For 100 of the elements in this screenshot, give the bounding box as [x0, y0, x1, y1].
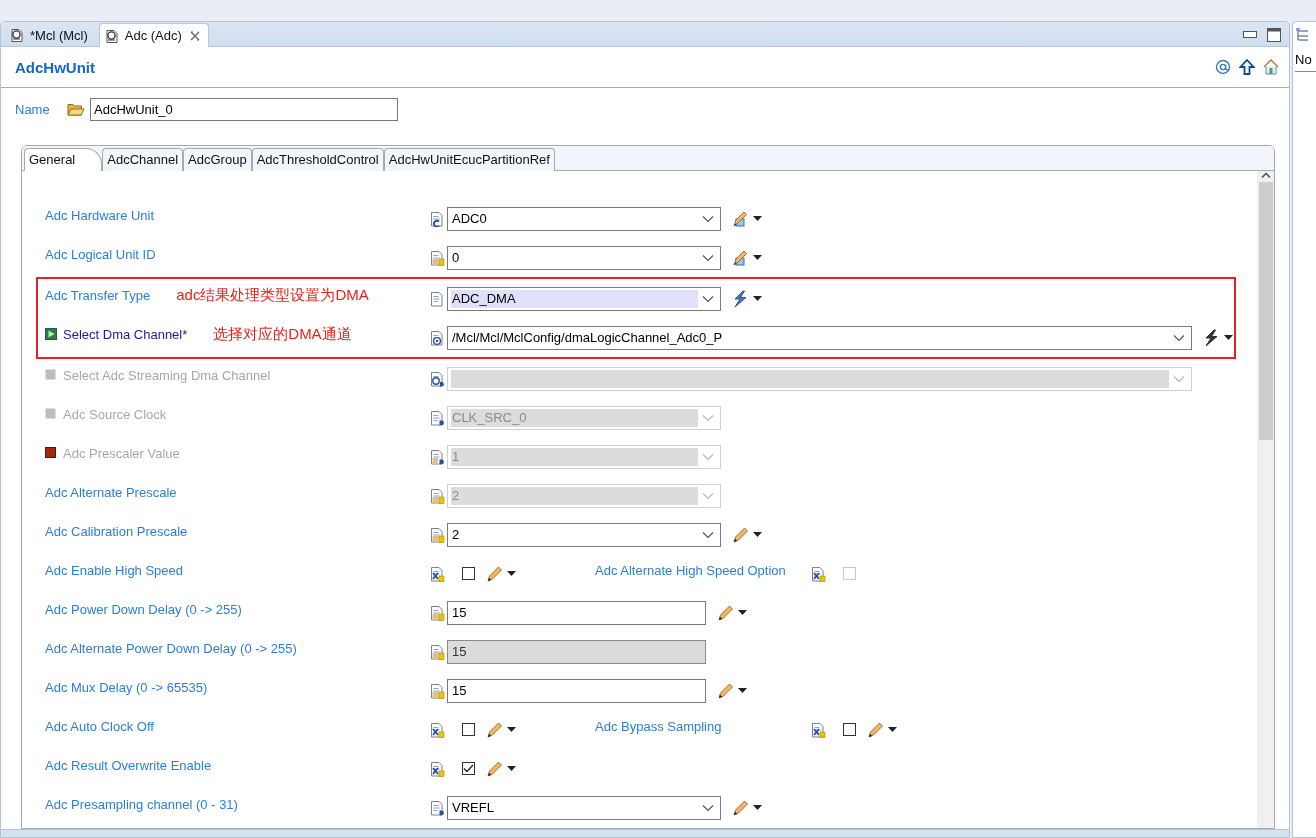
text-field[interactable]: 15: [447, 678, 706, 703]
chevron-down-icon: [702, 413, 714, 422]
chevron-down-icon: [702, 294, 714, 303]
home-icon: [1263, 59, 1279, 75]
pencil-icon: [716, 681, 734, 700]
checkbox[interactable]: [462, 762, 475, 775]
field-label: Adc Alternate Prescale: [45, 484, 177, 500]
caret-down-icon: [738, 609, 747, 616]
field-label: Adc Transfer Type: [45, 287, 151, 303]
caret-down-icon: [1224, 334, 1233, 341]
edit-menu-button[interactable]: [731, 289, 762, 308]
edit-menu-button[interactable]: [485, 564, 516, 583]
pencil-icon: [485, 759, 503, 778]
chevron-down-icon: [1173, 374, 1185, 383]
pencil-icon: [731, 798, 749, 817]
caret-down-icon: [753, 295, 762, 302]
tab[interactable]: AdcHwUnitEcucPartitionRef: [383, 148, 555, 171]
chevron-down-icon: [702, 491, 714, 500]
field-label: Adc Calibration Prescale: [45, 523, 188, 539]
field-label: Adc Power Down Delay (0 -> 255): [45, 601, 242, 617]
field-label: Adc Hardware Unit: [45, 207, 155, 223]
checkbox[interactable]: [462, 567, 475, 580]
dropdown[interactable]: ADC_DMA: [447, 286, 721, 311]
edit-menu-button[interactable]: [731, 798, 762, 817]
folder-icon: [67, 102, 85, 116]
field-label: Adc Mux Delay (0 -> 65535): [45, 679, 208, 695]
text-field[interactable]: 15: [447, 600, 706, 625]
caret-down-icon: [753, 804, 762, 811]
edit-menu-button[interactable]: [731, 248, 762, 267]
up-arrow-icon: [1239, 59, 1255, 75]
chevron-down-icon: [1173, 333, 1185, 342]
dropdown[interactable]: 2: [447, 522, 721, 547]
pencil-ruler-icon: [731, 248, 749, 267]
edit-menu-button[interactable]: [485, 759, 516, 778]
dropdown[interactable]: /Mcl/Mcl/MclConfig/dmaLogicChannel_Adc0_P: [447, 325, 1192, 350]
chevron-down-icon: [702, 214, 714, 223]
pencil-ruler-icon: [731, 209, 749, 228]
dropdown[interactable]: ADC0: [447, 206, 721, 231]
chevron-down-icon: [702, 530, 714, 539]
field-label: Adc Auto Clock Off: [45, 718, 154, 734]
caret-down-icon: [753, 215, 762, 222]
caret-down-icon: [753, 254, 762, 261]
scroll-up-icon: [1260, 171, 1271, 179]
pencil-icon: [731, 525, 749, 544]
caret-down-icon: [507, 765, 516, 772]
edit-menu-button[interactable]: [866, 720, 897, 739]
maximize-icon: [1267, 28, 1281, 42]
editor-file-icon: [104, 28, 119, 43]
chevron-down-icon: [702, 803, 714, 812]
edit-menu-button[interactable]: [716, 603, 747, 622]
pencil-icon: [485, 564, 503, 583]
edit-menu-button[interactable]: [1202, 328, 1233, 347]
chevron-down-icon: [702, 253, 714, 262]
minimize-icon: [1243, 31, 1257, 39]
dropdown[interactable]: 0: [447, 245, 721, 270]
annotation-note: 选择对应的DMA通道: [213, 324, 352, 344]
pencil-icon: [716, 603, 734, 622]
field-label: Adc Alternate High Speed Option: [595, 562, 787, 580]
lightning-icon: [1202, 328, 1220, 347]
tab[interactable]: General: [24, 148, 103, 171]
edit-menu-button[interactable]: [731, 209, 762, 228]
edit-menu-button[interactable]: [485, 720, 516, 739]
caret-down-icon: [753, 531, 762, 538]
field-label: Adc Logical Unit ID: [45, 246, 156, 262]
tab[interactable]: AdcThresholdControl: [251, 148, 384, 171]
field-label: Adc Bypass Sampling: [595, 718, 723, 736]
field-label: Select Adc Streaming Dma Channel: [63, 367, 271, 383]
lightning-icon: [731, 289, 749, 308]
chevron-down-icon: [702, 452, 714, 461]
caret-down-icon: [507, 570, 516, 577]
caret-down-icon: [888, 726, 897, 733]
at-sign-icon: [1215, 59, 1231, 75]
edit-menu-button[interactable]: [731, 525, 762, 544]
editor-tab[interactable]: Adc (Adc): [98, 23, 209, 47]
caret-down-icon: [738, 687, 747, 694]
scrollbar-thumb[interactable]: [1258, 182, 1273, 440]
dropdown[interactable]: VREFL: [447, 795, 721, 820]
edit-menu-button[interactable]: [716, 681, 747, 700]
page-title: AdcHwUnit: [15, 58, 95, 76]
field-label: Adc Enable High Speed: [45, 562, 184, 578]
field-label: Adc Presampling channel (0 - 31): [45, 796, 238, 812]
editor-tab[interactable]: *Mcl (Mcl): [5, 24, 96, 46]
caret-down-icon: [507, 726, 516, 733]
tab[interactable]: AdcGroup: [183, 148, 252, 171]
editor-file-icon: [10, 28, 24, 42]
field-label: Adc Result Overwrite Enable: [45, 757, 212, 773]
tree-icon: [1295, 27, 1309, 41]
field-label: Adc Prescaler Value: [63, 445, 180, 461]
field-label: Select Dma Channel*: [63, 326, 188, 342]
field-label: Name: [15, 101, 51, 117]
pencil-icon: [485, 720, 503, 739]
checkbox[interactable]: [843, 723, 856, 736]
field-label: Adc Source Clock: [63, 406, 167, 422]
annotation-note: adc结果处理类型设置为DMA: [176, 285, 369, 305]
panel-heading: No: [1295, 52, 1316, 72]
name-field[interactable]: AdcHwUnit_0: [90, 97, 398, 121]
pencil-icon: [866, 720, 884, 739]
tab[interactable]: AdcChannel: [102, 148, 184, 171]
checkbox[interactable]: [462, 723, 475, 736]
field-label: Adc Alternate Power Down Delay (0 -> 255): [45, 640, 297, 656]
